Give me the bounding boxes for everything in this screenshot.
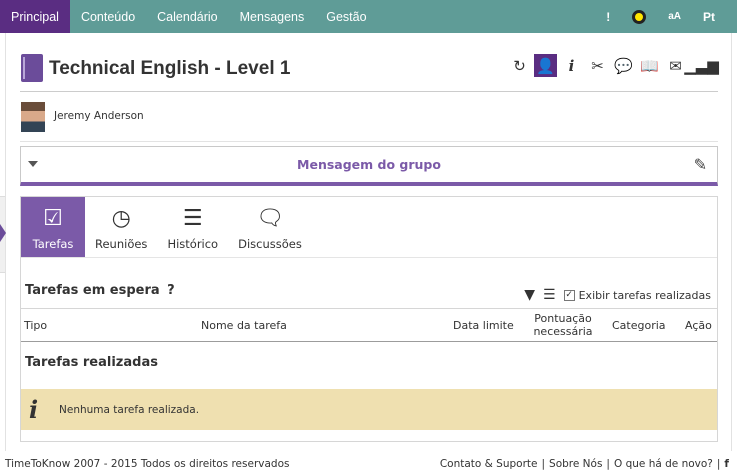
separator: | bbox=[606, 458, 610, 470]
list-icon[interactable]: ☰ bbox=[543, 287, 556, 303]
discussion-icon: 🗨 bbox=[256, 206, 284, 231]
group-message-title[interactable]: Mensagem do grupo bbox=[21, 157, 717, 172]
tasks-panel: ☑ Tarefas ◷ Reuniões ☰ Histórico 🗨 Discu… bbox=[20, 196, 718, 442]
tab-label: Histórico bbox=[167, 237, 219, 251]
course-book-icon bbox=[21, 54, 43, 82]
history-icon: ☰ bbox=[182, 206, 203, 231]
separator: | bbox=[716, 458, 721, 470]
nav-principal[interactable]: Principal bbox=[0, 0, 70, 33]
divider bbox=[20, 91, 718, 92]
tools-icon[interactable]: ✂ bbox=[586, 54, 609, 77]
table-header: Tipo Nome da tarefa Data limite Pontuaçã… bbox=[21, 308, 717, 342]
footer-link-contato[interactable]: Contato & Suporte bbox=[440, 458, 538, 470]
footer-link-novidades[interactable]: O que há de novo? bbox=[614, 458, 713, 470]
task-filters: ▼ ☰ ✓ Exibir tarefas realizadas bbox=[524, 287, 711, 303]
clock-icon: ◷ bbox=[111, 206, 131, 231]
done-tasks-heading: Tarefas realizadas bbox=[25, 355, 158, 370]
pending-tasks-heading: Tarefas em espera ? bbox=[25, 283, 175, 298]
show-done-checkbox[interactable]: ✓ bbox=[563, 289, 575, 301]
divider bbox=[20, 141, 718, 142]
nav-gestao[interactable]: Gestão bbox=[315, 0, 377, 33]
show-done-label[interactable]: Exibir tarefas realizadas bbox=[579, 289, 711, 302]
col-tipo[interactable]: Tipo bbox=[24, 319, 47, 332]
user-icon[interactable]: 👤 bbox=[534, 54, 557, 77]
empty-notice: i Nenhuma tarefa realizada. bbox=[21, 389, 717, 430]
col-categoria[interactable]: Categoria bbox=[612, 319, 666, 332]
page-title: Technical English - Level 1 bbox=[49, 58, 291, 79]
chat-icon[interactable]: 💬 bbox=[612, 54, 635, 77]
tab-label: Tarefas bbox=[32, 237, 74, 251]
separator: | bbox=[541, 458, 546, 470]
checklist-icon: ☑ bbox=[43, 206, 63, 231]
status-dot-icon[interactable] bbox=[632, 9, 647, 24]
footer-link-sobre[interactable]: Sobre Nós bbox=[549, 458, 602, 470]
language-button[interactable]: Pt bbox=[703, 10, 715, 24]
empty-message: Nenhuma tarefa realizada. bbox=[59, 403, 200, 416]
col-pontuacao[interactable]: Pontuação necessária bbox=[531, 312, 595, 338]
divider bbox=[21, 257, 717, 258]
nav-calendario[interactable]: Calendário bbox=[146, 0, 228, 33]
tab-bar: ☑ Tarefas ◷ Reuniões ☰ Histórico 🗨 Discu… bbox=[21, 197, 312, 257]
stats-icon[interactable]: ▁▃▆ bbox=[684, 54, 719, 77]
filter-icon[interactable]: ▼ bbox=[524, 287, 535, 303]
tab-reunioes[interactable]: ◷ Reuniões bbox=[85, 197, 157, 257]
tab-label: Reuniões bbox=[95, 237, 148, 251]
course-toolbar: ↻ 👤 i ✂ 💬 📖 ✉ ▁▃▆ bbox=[508, 54, 719, 77]
info-icon[interactable]: i bbox=[560, 54, 583, 77]
section-title: Tarefas em espera bbox=[25, 283, 160, 298]
tab-discussoes[interactable]: 🗨 Discussões bbox=[228, 197, 312, 257]
footer-links: Contato & Suporte | Sobre Nós | O que há… bbox=[440, 458, 729, 470]
group-message-panel: Mensagem do grupo ✎ bbox=[20, 146, 718, 186]
edit-icon[interactable]: ✎ bbox=[694, 155, 707, 174]
col-data-limite[interactable]: Data limite bbox=[453, 319, 514, 332]
col-acao[interactable]: Ação bbox=[685, 319, 712, 332]
alert-icon[interactable]: ! bbox=[606, 10, 610, 24]
info-icon: i bbox=[29, 395, 39, 424]
facebook-icon[interactable]: f bbox=[724, 458, 729, 470]
avatar[interactable] bbox=[21, 102, 45, 132]
side-collapse-tab[interactable] bbox=[0, 224, 6, 242]
user-name[interactable]: Jeremy Anderson bbox=[54, 110, 144, 122]
help-icon[interactable]: ? bbox=[167, 283, 175, 298]
tab-label: Discussões bbox=[238, 237, 302, 251]
nav-right-tools: ! aA Pt bbox=[606, 0, 737, 33]
col-nome[interactable]: Nome da tarefa bbox=[201, 319, 287, 332]
font-size-button[interactable]: aA bbox=[668, 11, 681, 22]
refresh-icon[interactable]: ↻ bbox=[508, 54, 531, 77]
copyright: TimeToKnow 2007 - 2015 Todos os direitos… bbox=[5, 458, 290, 470]
tab-tarefas[interactable]: ☑ Tarefas bbox=[21, 197, 85, 257]
nav-conteudo[interactable]: Conteúdo bbox=[70, 0, 146, 33]
tab-historico[interactable]: ☰ Histórico bbox=[157, 197, 228, 257]
nav-mensagens[interactable]: Mensagens bbox=[229, 0, 316, 33]
top-navigation: Principal Conteúdo Calendário Mensagens … bbox=[0, 0, 737, 33]
book-icon[interactable]: 📖 bbox=[638, 54, 661, 77]
